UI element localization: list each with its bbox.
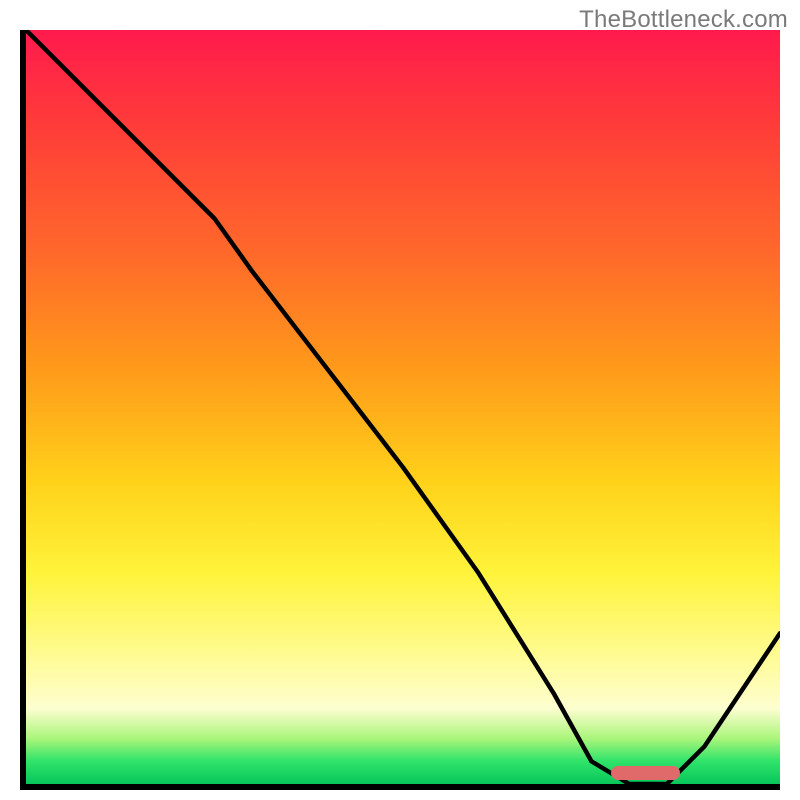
bottleneck-curve [26, 30, 780, 784]
optimum-marker [611, 766, 679, 780]
plot-area [20, 30, 780, 790]
